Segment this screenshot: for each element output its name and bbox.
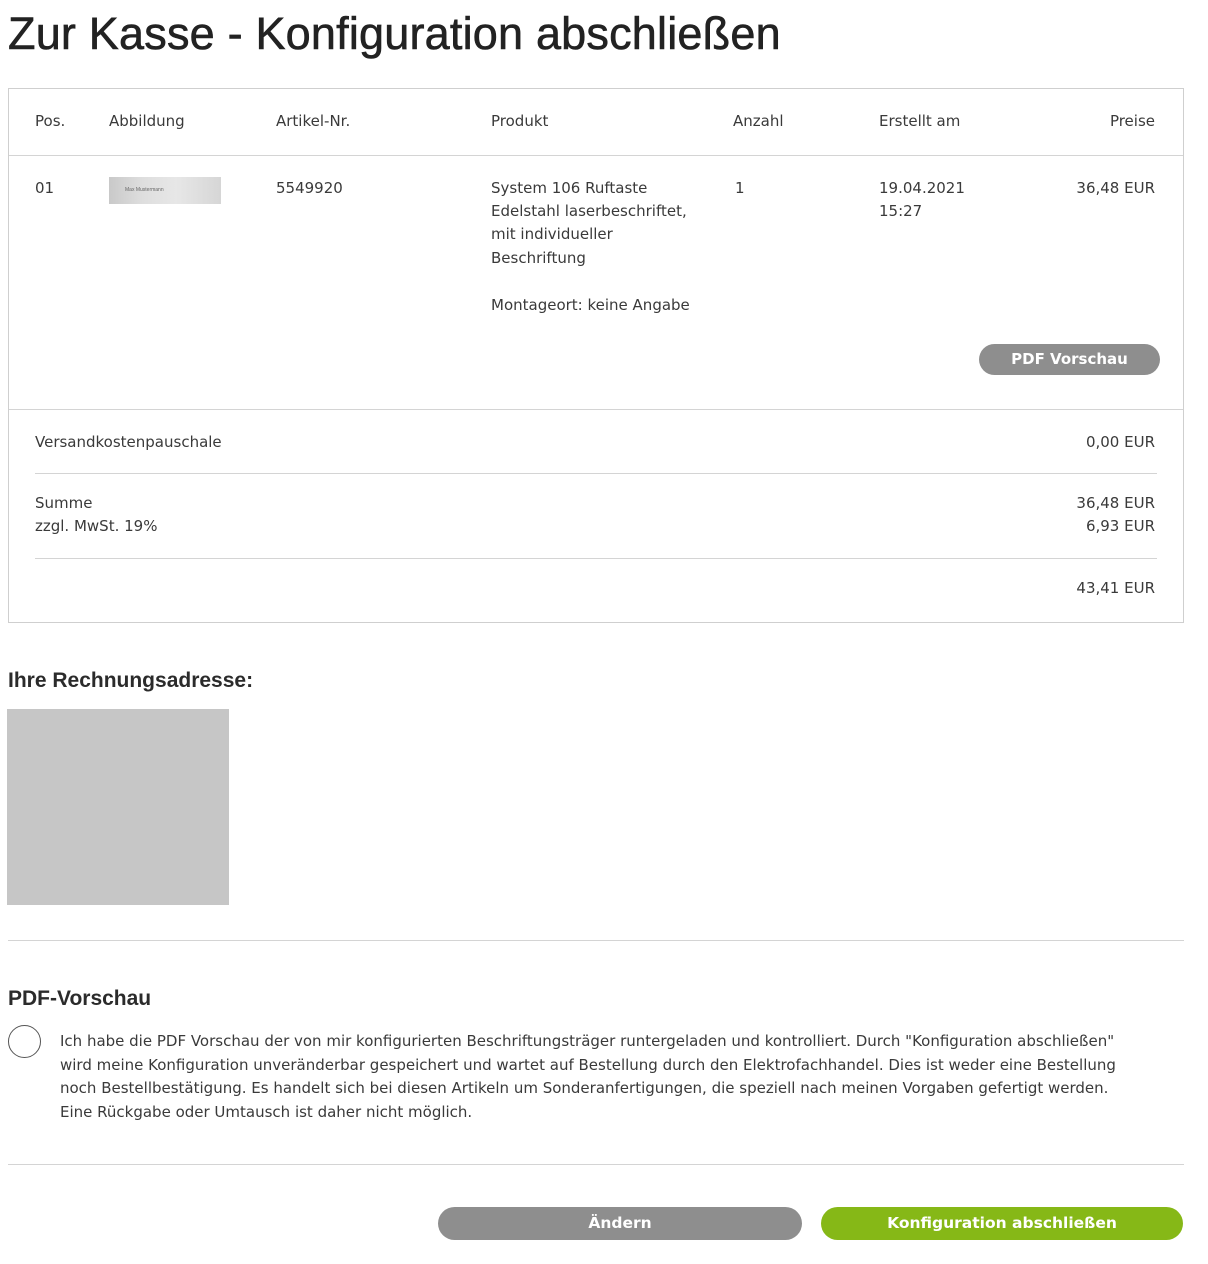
item-product-line-3: mit individueller — [491, 225, 613, 243]
sum-label: Summe — [35, 494, 93, 512]
cart-summary-table: Pos. Abbildung Artikel-Nr. Produkt Anzah… — [8, 88, 1184, 623]
consent-line-4: Eine Rückgabe oder Umtausch ist daher ni… — [60, 1102, 473, 1121]
total-value: 43,41 EUR — [1076, 579, 1155, 597]
change-button[interactable]: Ändern — [438, 1207, 802, 1240]
consent-line-1: Ich habe die PDF Vorschau der von mir ko… — [60, 1032, 1115, 1050]
header-product: Produkt — [491, 112, 549, 130]
item-created-time: 15:27 — [879, 202, 923, 220]
product-thumbnail: Max Mustermann — [109, 177, 221, 204]
sum-divider — [35, 558, 1157, 559]
consent-text: Ich habe die PDF Vorschau der von mir ko… — [60, 1030, 1180, 1124]
shipping-label: Versandkostenpauschale — [35, 433, 222, 451]
item-quantity: 1 — [735, 179, 745, 197]
shipping-divider — [35, 473, 1157, 474]
vat-label: zzgl. MwSt. 19% — [35, 517, 158, 535]
item-mounting: Montageort: keine Angabe — [491, 296, 690, 314]
header-article-no: Artikel-Nr. — [276, 112, 351, 130]
shipping-value: 0,00 EUR — [1085, 433, 1155, 451]
consent-divider — [8, 1164, 1184, 1165]
consent-line-2: wird meine Konfiguration unveränderbar g… — [60, 1055, 1116, 1074]
item-pos: 01 — [35, 179, 55, 197]
item-product-line-1: System 106 Ruftaste — [491, 179, 648, 197]
header-pos: Pos. — [35, 112, 66, 130]
sum-value: 36,48 EUR — [1076, 494, 1155, 512]
item-article-no: 5549920 — [276, 179, 343, 197]
header-quantity: Anzahl — [733, 112, 784, 130]
billing-address-placeholder — [7, 709, 229, 905]
page-title: Zur Kasse - Konfiguration abschließen — [8, 8, 781, 60]
vat-value: 6,93 EUR — [1085, 517, 1155, 535]
header-created: Erstellt am — [879, 112, 961, 130]
header-image: Abbildung — [109, 112, 185, 130]
item-price: 36,48 EUR — [1076, 179, 1155, 197]
header-price: Preise — [1109, 112, 1155, 130]
item-product-line-2: Edelstahl laserbeschriftet, — [491, 202, 687, 220]
billing-address-heading: Ihre Rechnungsadresse: — [8, 669, 254, 692]
item-product-line-4: Beschriftung — [491, 249, 586, 267]
pdf-preview-button[interactable]: PDF Vorschau — [979, 344, 1160, 375]
thumbnail-text: Max Mustermann — [125, 187, 164, 193]
address-divider — [8, 940, 1184, 941]
consent-radio[interactable] — [8, 1025, 41, 1058]
finish-configuration-button[interactable]: Konfiguration abschließen — [821, 1207, 1183, 1240]
pdf-preview-heading: PDF-Vorschau — [8, 987, 152, 1010]
item-created-date: 19.04.2021 — [879, 179, 965, 197]
item-divider — [9, 409, 1183, 410]
header-divider — [9, 155, 1183, 156]
consent-line-3: noch Bestellbestätigung. Es handelt sich… — [60, 1079, 1109, 1097]
